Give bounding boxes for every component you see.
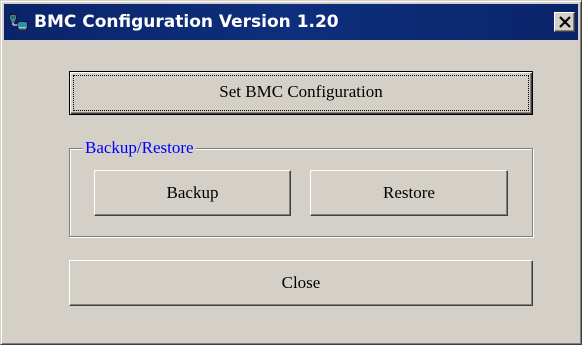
set-bmc-configuration-label: Set BMC Configuration [219, 82, 383, 101]
dialog-window: BMC Configuration Version 1.20 Set BMC C… [0, 0, 582, 345]
title-bar[interactable]: BMC Configuration Version 1.20 [4, 4, 578, 40]
window-title: BMC Configuration Version 1.20 [34, 12, 339, 32]
network-computer-icon [9, 14, 29, 31]
group-legend: Backup/Restore [83, 138, 196, 158]
set-bmc-configuration-button[interactable]: Set BMC Configuration [69, 71, 533, 115]
close-icon [559, 16, 571, 28]
restore-label: Restore [383, 183, 435, 202]
backup-label: Backup [166, 183, 219, 202]
restore-button[interactable]: Restore [310, 170, 508, 216]
close-label: Close [281, 273, 321, 292]
backup-button[interactable]: Backup [94, 170, 291, 216]
window-close-button[interactable] [554, 12, 575, 32]
close-button[interactable]: Close [69, 260, 533, 306]
